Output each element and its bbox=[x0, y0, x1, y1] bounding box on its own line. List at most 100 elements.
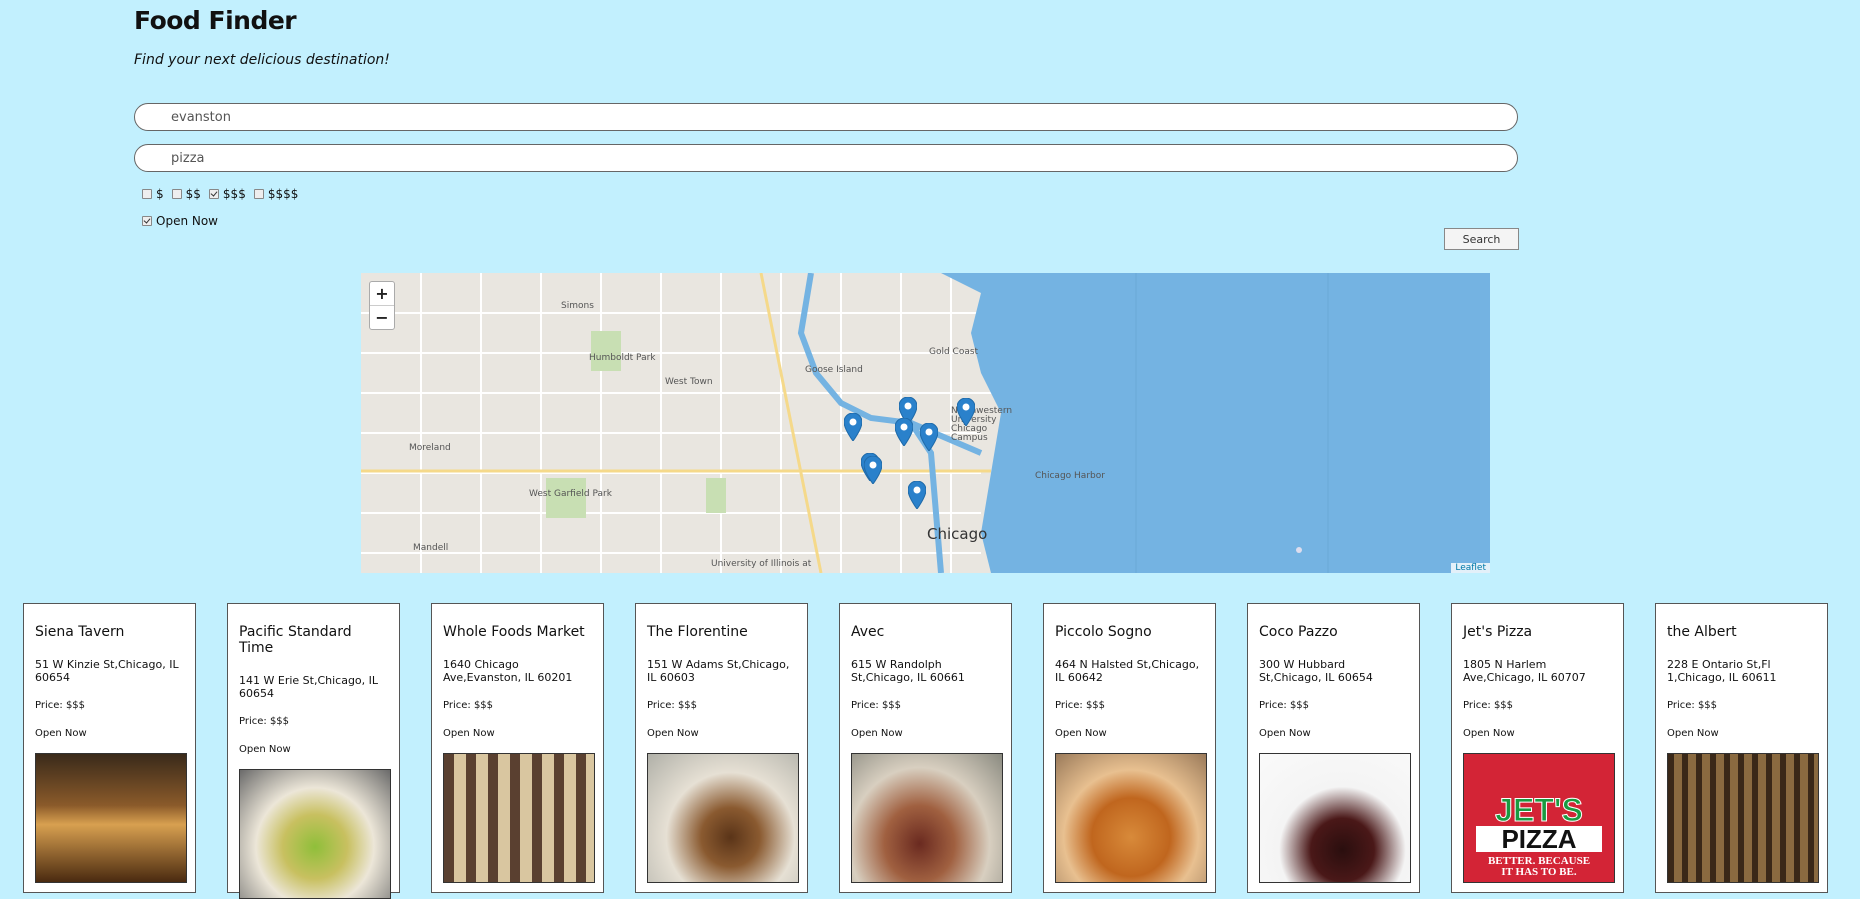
restaurant-photo[interactable] bbox=[1667, 753, 1819, 883]
restaurant-name[interactable]: Piccolo Sogno bbox=[1055, 624, 1204, 640]
restaurant-address: 464 N Halsted St,Chicago, IL 60642 bbox=[1055, 658, 1200, 684]
logo-text-jets: JET'S bbox=[1495, 792, 1584, 828]
map-marker-icon[interactable] bbox=[844, 413, 862, 441]
restaurant-card[interactable]: Piccolo Sogno 464 N Halsted St,Chicago, … bbox=[1043, 603, 1216, 893]
restaurant-name[interactable]: the Albert bbox=[1667, 624, 1816, 640]
map-label-mandell: Mandell bbox=[413, 543, 449, 553]
logo-text-tagline-2: IT HAS TO BE. bbox=[1501, 866, 1577, 878]
restaurant-status: Open Now bbox=[1055, 728, 1107, 739]
restaurant-price: Price: $$$ bbox=[1463, 700, 1514, 711]
restaurant-name[interactable]: Avec bbox=[851, 624, 1000, 640]
restaurant-photo[interactable] bbox=[1259, 753, 1411, 883]
restaurant-photo[interactable] bbox=[1055, 753, 1207, 883]
restaurant-price: Price: $$$ bbox=[239, 716, 290, 727]
restaurant-status: Open Now bbox=[1667, 728, 1719, 739]
restaurant-status: Open Now bbox=[443, 728, 495, 739]
restaurant-address: 1640 Chicago Ave,Evanston, IL 60201 bbox=[443, 658, 573, 684]
price-filter-2[interactable]: $$ bbox=[171, 187, 201, 201]
restaurant-card[interactable]: the Albert 228 E Ontario St,Fl 1,Chicago… bbox=[1655, 603, 1828, 893]
restaurant-address: 300 W Hubbard St,Chicago, IL 60654 bbox=[1259, 658, 1373, 684]
restaurant-name[interactable]: Jet's Pizza bbox=[1463, 624, 1612, 640]
map-marker-icon[interactable] bbox=[895, 418, 913, 446]
price-checkbox-2[interactable] bbox=[171, 189, 182, 199]
map-marker-icon[interactable] bbox=[957, 398, 975, 426]
map-label-simons: Simons bbox=[561, 301, 594, 311]
map-label-gold-coast: Gold Coast bbox=[929, 347, 979, 357]
restaurant-name[interactable]: Coco Pazzo bbox=[1259, 624, 1408, 640]
page-subtitle: Find your next delicious destination! bbox=[134, 52, 390, 68]
logo-text-pizza: PIZZA bbox=[1476, 826, 1602, 852]
zoom-in-button[interactable]: + bbox=[370, 282, 394, 305]
restaurant-card[interactable]: Siena Tavern 51 W Kinzie St,Chicago, IL … bbox=[23, 603, 196, 893]
price-filter-3[interactable]: $$$ bbox=[208, 187, 246, 201]
price-label-4: $$$$ bbox=[267, 187, 299, 201]
price-checkbox-4[interactable] bbox=[253, 189, 264, 199]
restaurant-name[interactable]: The Florentine bbox=[647, 624, 796, 640]
restaurant-price: Price: $$$ bbox=[1259, 700, 1310, 711]
restaurant-price: Price: $$$ bbox=[1667, 700, 1718, 711]
restaurant-card[interactable]: Avec 615 W Randolph St,Chicago, IL 60661… bbox=[839, 603, 1012, 893]
restaurant-photo[interactable] bbox=[35, 753, 187, 883]
restaurant-photo[interactable] bbox=[851, 753, 1003, 883]
restaurant-address: 228 E Ontario St,Fl 1,Chicago, IL 60611 bbox=[1667, 658, 1777, 684]
open-now-filter[interactable]: Open Now bbox=[142, 214, 218, 228]
restaurant-status: Open Now bbox=[35, 728, 87, 739]
restaurant-card[interactable]: Jet's Pizza 1805 N Harlem Ave,Chicago, I… bbox=[1451, 603, 1624, 893]
zoom-control: + − bbox=[369, 281, 395, 330]
price-filter-4[interactable]: $$$$ bbox=[253, 187, 299, 201]
restaurant-price: Price: $$$ bbox=[851, 700, 902, 711]
restaurant-status: Open Now bbox=[239, 744, 291, 755]
map-label-chicago: Chicago bbox=[927, 525, 988, 543]
restaurant-photo[interactable]: JET'S PIZZA BETTER. BECAUSE IT HAS TO BE… bbox=[1463, 753, 1615, 883]
zoom-out-button[interactable]: − bbox=[370, 305, 394, 329]
restaurant-address: 141 W Erie St,Chicago, IL 60654 bbox=[239, 674, 379, 700]
map-marker-icon[interactable] bbox=[920, 423, 938, 451]
restaurant-name[interactable]: Whole Foods Market bbox=[443, 624, 592, 640]
map-label-west-garfield-park: West Garfield Park bbox=[529, 489, 612, 499]
open-now-label: Open Now bbox=[156, 214, 218, 228]
restaurant-address: 151 W Adams St,Chicago, IL 60603 bbox=[647, 658, 790, 684]
map-attribution[interactable]: Leaflet bbox=[1451, 563, 1490, 573]
restaurant-card[interactable]: The Florentine 151 W Adams St,Chicago, I… bbox=[635, 603, 808, 893]
map-label-moreland: Moreland bbox=[409, 443, 451, 453]
restaurant-address: 615 W Randolph St,Chicago, IL 60661 bbox=[851, 658, 965, 684]
price-label-3: $$$ bbox=[222, 187, 246, 201]
restaurant-photo[interactable] bbox=[239, 769, 391, 899]
restaurant-price: Price: $$$ bbox=[35, 700, 86, 711]
restaurant-price: Price: $$$ bbox=[443, 700, 494, 711]
restaurant-photo[interactable] bbox=[647, 753, 799, 883]
restaurant-card[interactable]: Pacific Standard Time 141 W Erie St,Chic… bbox=[227, 603, 400, 899]
restaurant-status: Open Now bbox=[1259, 728, 1311, 739]
restaurant-status: Open Now bbox=[851, 728, 903, 739]
search-button[interactable]: Search bbox=[1444, 228, 1519, 250]
restaurant-photo[interactable] bbox=[443, 753, 595, 883]
price-checkbox-3[interactable] bbox=[208, 189, 219, 199]
restaurant-status: Open Now bbox=[647, 728, 699, 739]
map-label-university-of-illinois: University of Illinois at bbox=[711, 559, 812, 569]
price-checkbox-1[interactable] bbox=[142, 189, 152, 199]
price-filter-1[interactable]: $ bbox=[142, 187, 164, 201]
map[interactable]: Simons Humboldt Park West Town Goose Isl… bbox=[361, 273, 1490, 573]
restaurant-address: 51 W Kinzie St,Chicago, IL 60654 bbox=[35, 658, 179, 684]
map-label-west-town: West Town bbox=[665, 377, 713, 387]
map-label-humboldt-park: Humboldt Park bbox=[589, 353, 656, 363]
map-marker-icon[interactable] bbox=[908, 481, 926, 509]
open-now-checkbox[interactable] bbox=[142, 216, 152, 226]
map-marker-icon[interactable] bbox=[864, 456, 882, 484]
price-label-1: $ bbox=[156, 187, 164, 201]
page-title: Food Finder bbox=[134, 6, 297, 35]
restaurant-card[interactable]: Whole Foods Market 1640 Chicago Ave,Evan… bbox=[431, 603, 604, 893]
restaurant-status: Open Now bbox=[1463, 728, 1515, 739]
restaurant-card[interactable]: Coco Pazzo 300 W Hubbard St,Chicago, IL … bbox=[1247, 603, 1420, 893]
restaurant-name[interactable]: Siena Tavern bbox=[35, 624, 184, 640]
search-term-input[interactable] bbox=[134, 144, 1518, 172]
price-label-2: $$ bbox=[185, 187, 201, 201]
price-filters: $ $$ $$$ $$$$ bbox=[142, 187, 306, 201]
restaurant-price: Price: $$$ bbox=[647, 700, 698, 711]
restaurant-name[interactable]: Pacific Standard Time bbox=[239, 624, 388, 656]
location-input[interactable] bbox=[134, 103, 1518, 131]
map-label-goose-island: Goose Island bbox=[805, 365, 863, 375]
restaurant-price: Price: $$$ bbox=[1055, 700, 1106, 711]
map-label-chicago-harbor: Chicago Harbor bbox=[1035, 471, 1105, 481]
restaurant-address: 1805 N Harlem Ave,Chicago, IL 60707 bbox=[1463, 658, 1586, 684]
